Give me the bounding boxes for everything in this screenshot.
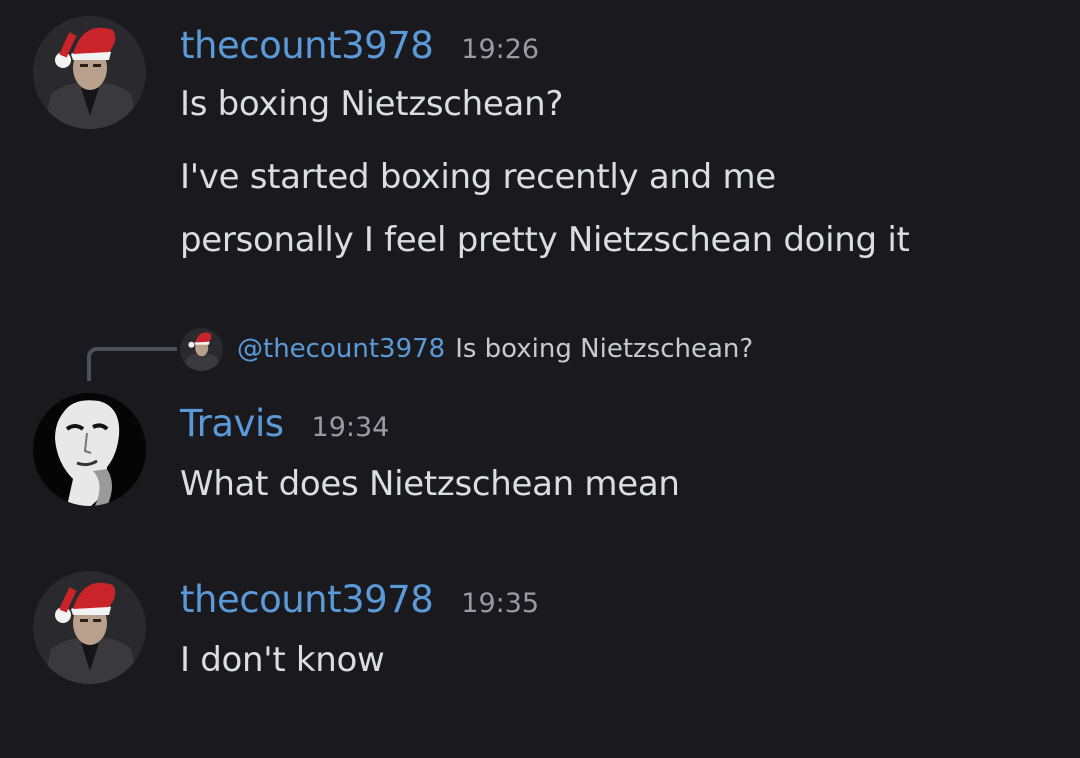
chat-message-list: thecount3978 19:26 Is boxing Nietzschean… [0,0,1080,758]
message-text: personally I feel pretty Nietzschean doi… [180,220,910,260]
reply-preview[interactable]: @thecount3978 Is boxing Nietzschean? [180,327,753,371]
user-avatar[interactable] [33,571,146,684]
timestamp: 19:26 [461,34,540,65]
message-text: What does Nietzschean mean [180,464,680,504]
timestamp: 19:34 [311,412,390,443]
santa-hat-avatar-icon [33,16,146,129]
message-header: Travis 19:34 [180,402,389,445]
username[interactable]: Travis [180,402,284,445]
message-text: Is boxing Nietzschean? [180,84,564,124]
reply-text: Is boxing Nietzschean? [455,334,754,364]
username[interactable]: thecount3978 [180,578,434,621]
message-header: thecount3978 19:26 [180,24,539,67]
bw-face-avatar-icon [33,393,146,506]
reply-connector-line [87,347,177,381]
message-header: thecount3978 19:35 [180,578,539,621]
reply-avatar [180,327,223,371]
message-text: I've started boxing recently and me [180,157,776,197]
username[interactable]: thecount3978 [180,24,434,67]
santa-hat-avatar-icon [33,571,146,684]
santa-hat-avatar-icon [180,327,223,371]
message-text: I don't know [180,640,385,680]
user-avatar[interactable] [33,393,146,506]
user-avatar[interactable] [33,16,146,129]
timestamp: 19:35 [461,588,540,619]
reply-mention[interactable]: @thecount3978 [237,334,445,364]
